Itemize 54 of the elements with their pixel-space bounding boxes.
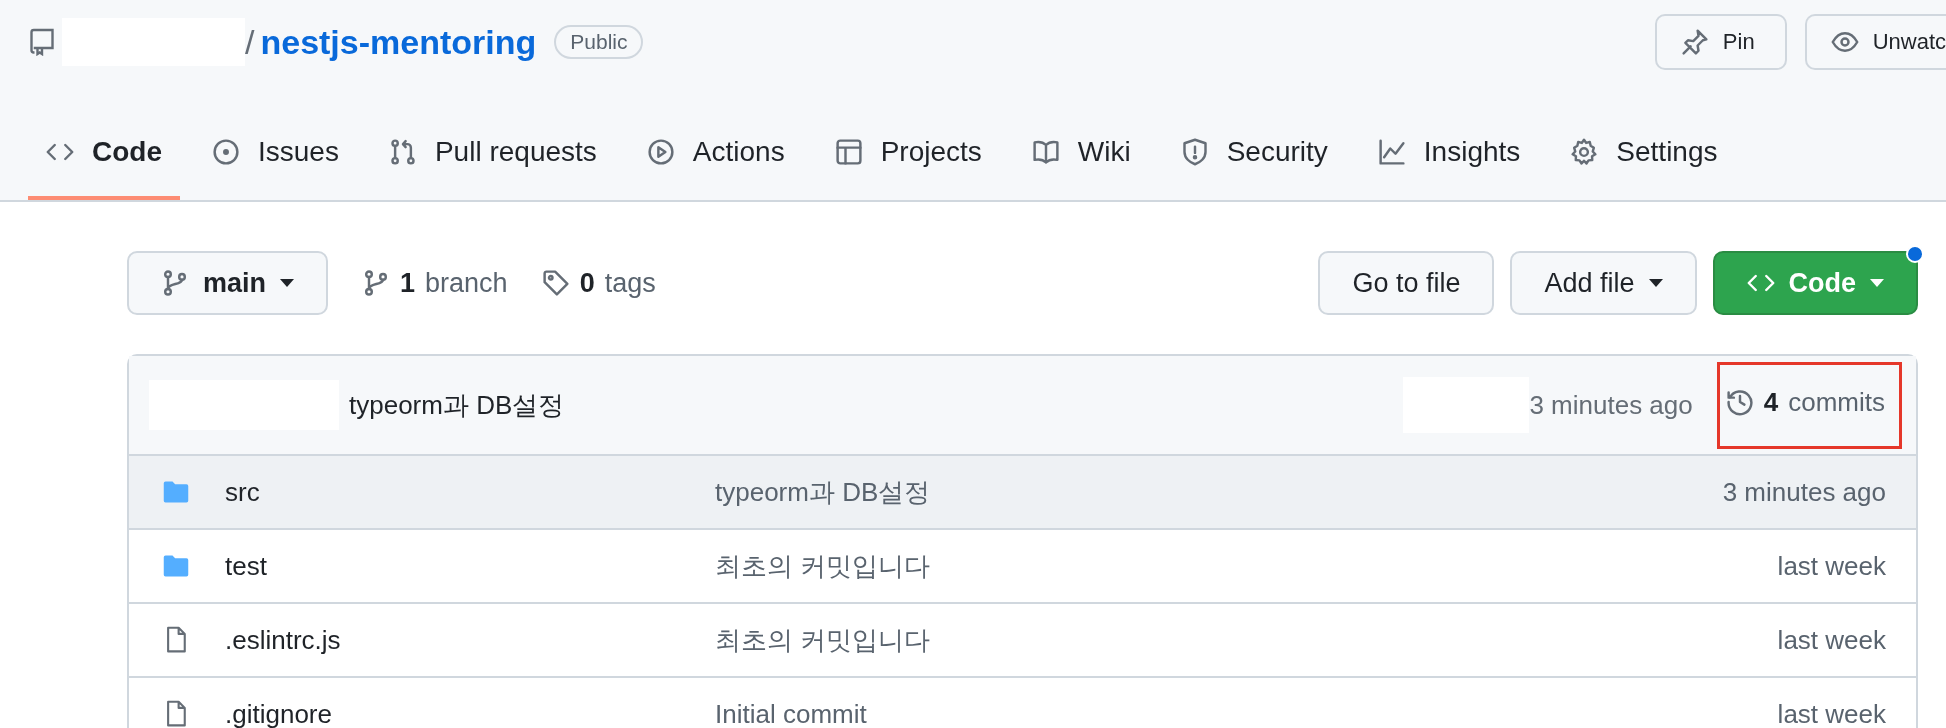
tags-link[interactable]: 0 tags	[541, 267, 656, 299]
file-name-link[interactable]: test	[225, 550, 715, 582]
pin-icon	[1680, 28, 1709, 56]
commit-time: 3 minutes ago	[1529, 389, 1693, 421]
issue-circle-icon	[212, 138, 240, 166]
commit-time: 3 minutes ago	[1722, 476, 1886, 508]
repo-name-link[interactable]: nestjs-mentoring	[260, 22, 537, 62]
caret-icon	[1648, 279, 1663, 287]
commit-message-link[interactable]: typeorm과 DB설정	[715, 476, 931, 507]
nav-tab[interactable]: Wiki	[1013, 108, 1149, 200]
commit-message-link[interactable]: typeorm과 DB설정	[349, 387, 565, 423]
nav-tab[interactable]: Actions	[628, 108, 803, 200]
nav-tab[interactable]: Projects	[816, 108, 1000, 200]
pin-button[interactable]: Pin	[1654, 14, 1787, 70]
watch-button[interactable]: Unwatc	[1804, 14, 1946, 70]
caret-icon	[280, 279, 295, 287]
commit-time: last week	[1777, 550, 1886, 582]
line-chart-icon	[1377, 138, 1406, 166]
nav-tab[interactable]: Pull requests	[370, 108, 615, 200]
branch-icon	[161, 269, 189, 297]
file-name-link[interactable]: .gitignore	[225, 698, 715, 728]
tag-icon	[541, 269, 570, 297]
file-row[interactable]: .eslintrc.js 최초의 커밋입니다 last week	[129, 604, 1916, 678]
add-file-button[interactable]: Add file	[1510, 251, 1697, 315]
history-icon	[1725, 388, 1754, 416]
file-row[interactable]: test 최초의 커밋입니다 last week	[129, 530, 1916, 604]
shield-icon	[1180, 138, 1209, 166]
branches-link[interactable]: 1 branch	[362, 267, 508, 299]
table-icon	[834, 138, 863, 166]
nav-tab[interactable]: Code	[28, 108, 180, 200]
book-icon	[1031, 138, 1060, 166]
repo-icon	[30, 28, 54, 56]
file-name-link[interactable]: src	[225, 476, 715, 508]
nav-tab[interactable]: Insights	[1359, 108, 1539, 200]
pull-request-icon	[388, 138, 417, 166]
commit-message-link[interactable]: Initial commit	[715, 698, 867, 728]
commits-link[interactable]: 4 commits	[1716, 361, 1902, 449]
commit-time: last week	[1777, 624, 1886, 656]
file-row[interactable]: src typeorm과 DB설정 3 minutes ago	[129, 456, 1916, 530]
nav-tab[interactable]: Security	[1162, 108, 1346, 200]
settings-icon	[1570, 138, 1599, 166]
commit-message-link[interactable]: 최초의 커밋입니다	[715, 550, 931, 581]
caret-icon	[1870, 279, 1884, 287]
branch-selector[interactable]: main	[127, 251, 329, 315]
file-row[interactable]: .gitignore Initial commit last week	[129, 678, 1916, 728]
path-separator: /	[245, 22, 255, 62]
play-circle-icon	[646, 138, 675, 166]
commit-time: last week	[1777, 698, 1886, 728]
commit-message-link[interactable]: 최초의 커밋입니다	[715, 624, 931, 655]
go-to-file-button[interactable]: Go to file	[1318, 251, 1495, 315]
file-name-link[interactable]: .eslintrc.js	[225, 624, 715, 656]
nav-tab[interactable]: Issues	[194, 108, 357, 200]
nav-tab[interactable]: Settings	[1552, 108, 1736, 200]
visibility-label: Public	[554, 25, 644, 59]
